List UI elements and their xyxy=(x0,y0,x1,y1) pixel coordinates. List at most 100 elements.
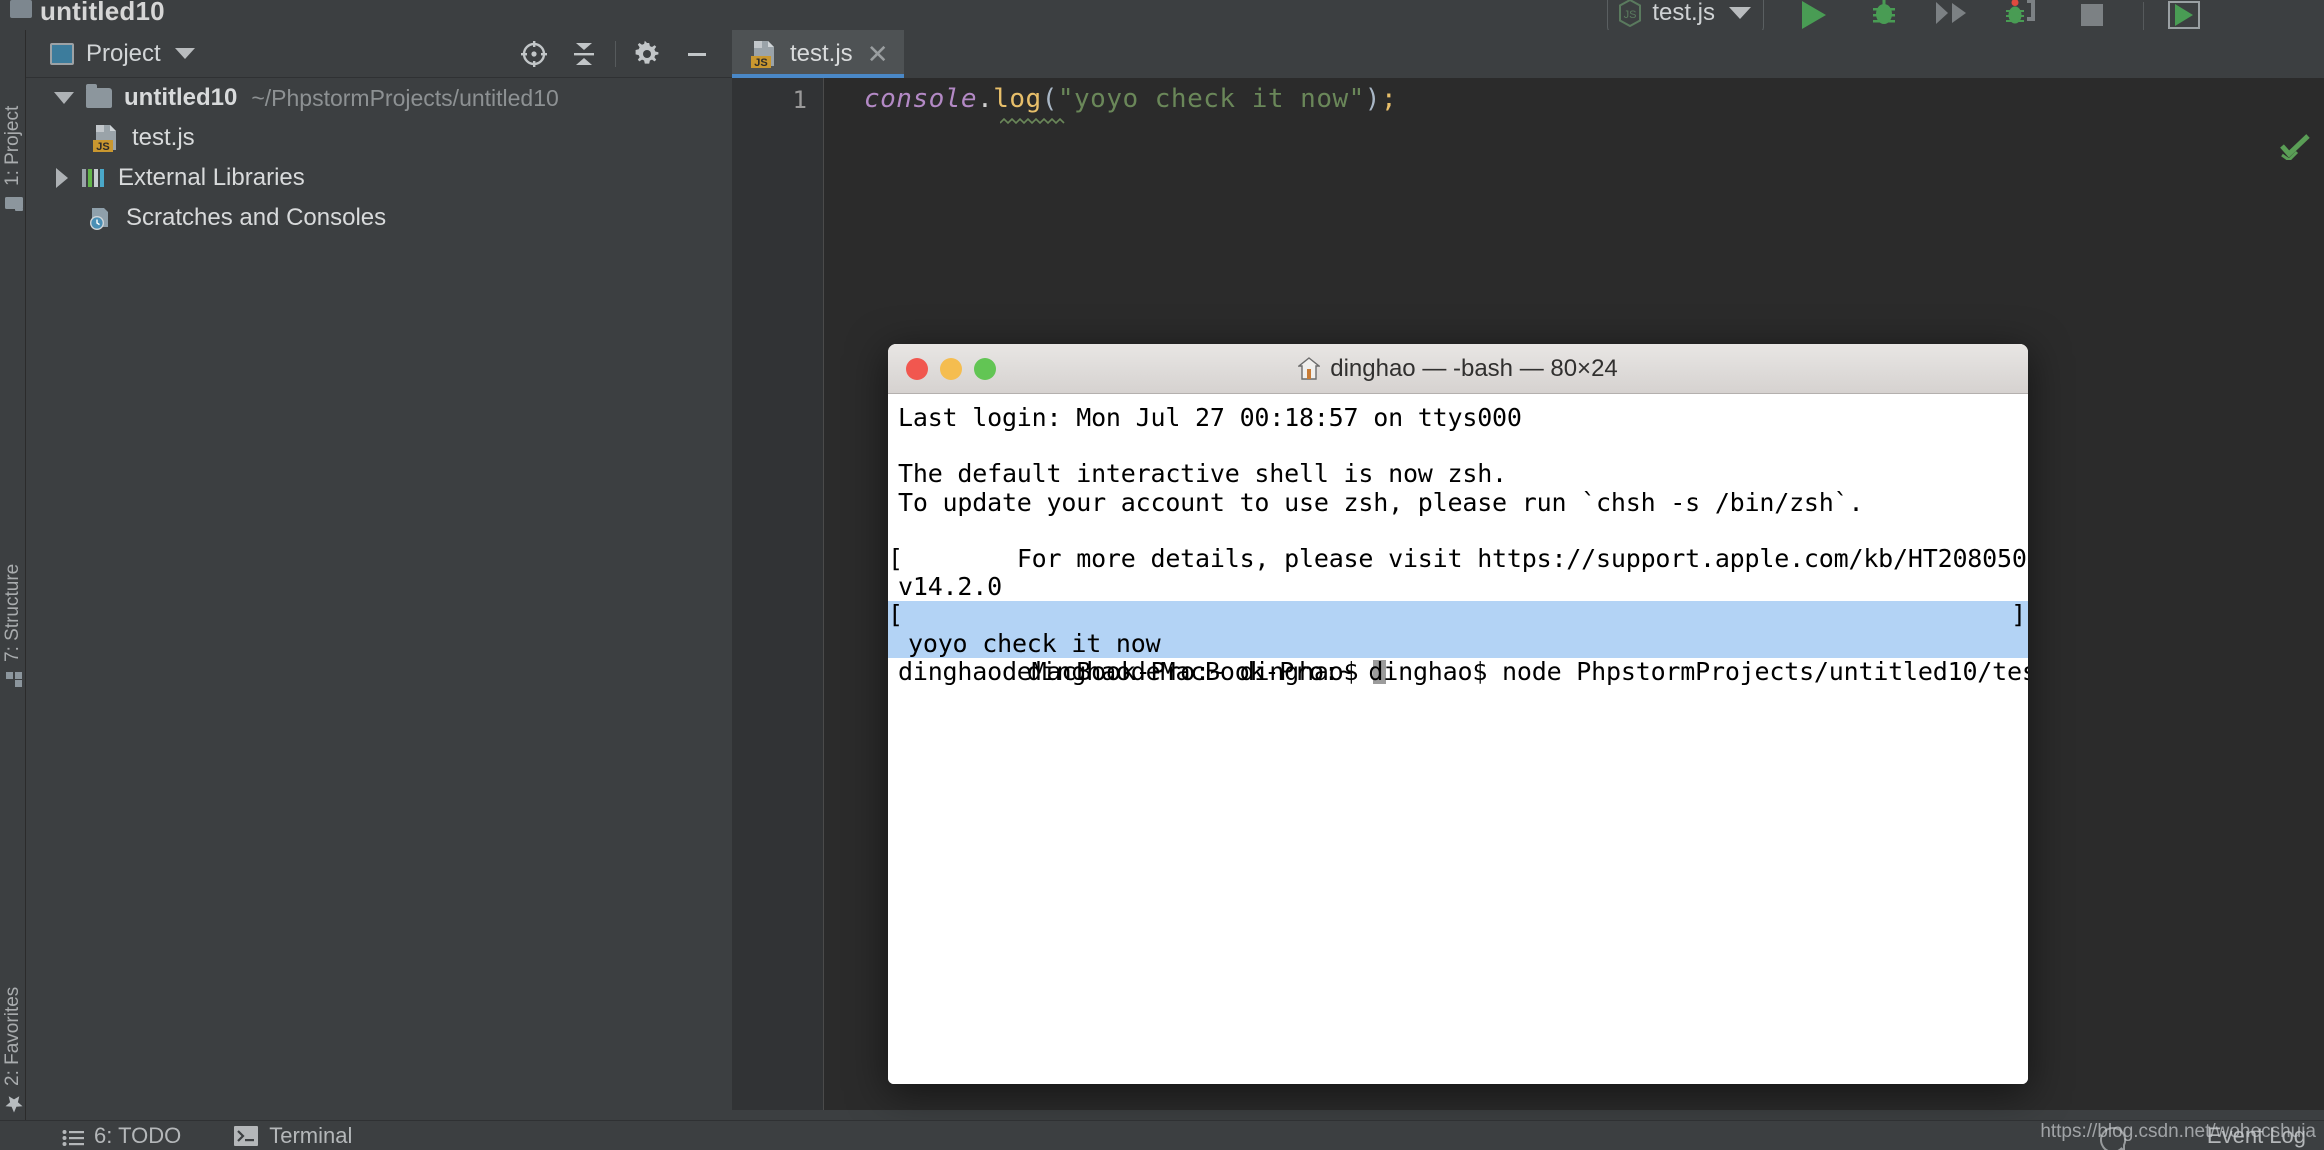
terminal-line-text: dinghaodeMacBook-Pro:~ dinghao$ node Php… xyxy=(1026,656,2028,686)
close-icon[interactable]: ✕ xyxy=(867,41,889,67)
inspections-ok-checkmark-icon[interactable] xyxy=(2280,134,2310,160)
sidebar-item-favorites-label: 2: Favorites xyxy=(2,986,23,1086)
svg-text:JS: JS xyxy=(1624,9,1637,21)
js-hexagon-icon: JS xyxy=(1618,0,1642,27)
panel-separator xyxy=(615,40,616,67)
project-panel-toolbar xyxy=(509,32,732,76)
tree-node-scratches-and-consoles[interactable]: Scratches and Consoles xyxy=(26,198,732,238)
tree-node-label: test.js xyxy=(132,124,195,151)
scratches-icon xyxy=(88,206,114,230)
chevron-right-icon[interactable] xyxy=(56,168,68,188)
toolbar-separator xyxy=(2143,2,2144,30)
run-configuration-label: test.js xyxy=(1652,0,1715,26)
sidebar-item-structure[interactable]: 7: Structure xyxy=(0,490,26,690)
project-view-icon xyxy=(50,42,74,65)
tree-node-path: ~/PhpstormProjects/untitled10 xyxy=(251,84,559,111)
coverage-icon xyxy=(1932,0,1972,32)
terminal-line: [ dinghaodeMacBook-Pro:~ dinghao$ node -… xyxy=(888,544,2028,629)
todo-list-icon xyxy=(62,1127,84,1146)
chevron-down-icon[interactable] xyxy=(1729,7,1751,19)
project-tree: untitled10 ~/PhpstormProjects/untitled10… xyxy=(26,78,732,238)
code-token-semicolon: ; xyxy=(1380,84,1398,114)
stop-button[interactable] xyxy=(2072,0,2112,32)
status-item-terminal-label: Terminal xyxy=(269,1122,353,1148)
line-number: 1 xyxy=(792,86,807,114)
project-panel-title: Project xyxy=(86,39,161,67)
run-with-coverage-button[interactable] xyxy=(1932,0,1972,32)
terminal-line: v14.2.0 xyxy=(898,572,1002,602)
status-item-todo-label: 6: TODO xyxy=(94,1122,182,1148)
status-item-terminal[interactable]: Terminal xyxy=(233,1123,352,1149)
attach-debugger-button[interactable] xyxy=(2000,0,2040,32)
editor-tab-strip: JS test.js ✕ xyxy=(732,30,2324,78)
gear-icon[interactable] xyxy=(622,32,672,76)
window-app-icon xyxy=(10,0,32,18)
terminal-window[interactable]: dinghao — -bash — 80×24 Last login: Mon … xyxy=(888,344,2028,1084)
code-token-console: console xyxy=(864,84,978,114)
project-folder-icon xyxy=(3,194,23,214)
terminal-line: Last login: Mon Jul 27 00:18:57 on ttys0… xyxy=(898,403,1522,432)
js-file-icon: JS xyxy=(92,123,120,153)
js-file-icon: JS xyxy=(750,39,778,69)
terminal-line: For more details, please visit https://s… xyxy=(898,517,2028,572)
terminal-wrap-marker-right: ] xyxy=(2011,600,2026,630)
terminal-icon xyxy=(233,1125,259,1147)
play-icon xyxy=(1802,1,1826,29)
tree-node-label: Scratches and Consoles xyxy=(126,204,387,231)
tree-node-external-libraries[interactable]: External Libraries xyxy=(26,158,732,198)
terminal-wrap-marker-left: [ xyxy=(888,543,903,573)
project-panel: Project untitled10 ~/PhpstormProjects/un… xyxy=(26,30,732,1120)
top-toolbar: untitled10 JS test.js xyxy=(0,0,2324,33)
sidebar-item-project[interactable]: 1: Project xyxy=(0,34,26,214)
sidebar-item-project-label: 1: Project xyxy=(2,105,23,186)
status-item-todo[interactable]: 6: TODO xyxy=(62,1123,181,1149)
terminal-title: dinghao — -bash — 80×24 xyxy=(1330,354,1618,382)
tree-node-test-js[interactable]: JS test.js xyxy=(26,118,732,158)
ide-window: untitled10 JS test.js 1: Project 7: Stru… xyxy=(0,0,2324,1150)
svg-text:JS: JS xyxy=(96,141,109,153)
collapse-all-icon[interactable] xyxy=(559,32,609,76)
status-bar: 6: TODO Terminal Event Log https://blog.… xyxy=(0,1120,2324,1150)
project-panel-header: Project xyxy=(26,30,732,78)
terminal-wrap-marker-left: [ xyxy=(888,600,903,630)
tree-node-untitled10[interactable]: untitled10 ~/PhpstormProjects/untitled10 xyxy=(26,78,732,118)
watermark-url: https://blog.csdn.net/wohecshuia xyxy=(2040,1121,2316,1142)
run-frame-icon xyxy=(2168,1,2200,29)
tab-test-js[interactable]: JS test.js ✕ xyxy=(732,30,905,78)
spellcheck-squiggle-icon xyxy=(1000,118,1065,125)
terminal-body[interactable]: Last login: Mon Jul 27 00:18:57 on ttys0… xyxy=(888,394,2028,1084)
code-token-string: "yoyo check it now" xyxy=(1057,84,1365,114)
folder-icon xyxy=(86,84,112,108)
terminal-line-selected: yoyo check it now xyxy=(888,629,2028,658)
code-token-close-paren: ) xyxy=(1364,84,1381,114)
editor-gutter[interactable]: 1 xyxy=(732,78,824,1120)
editor-bottom-strip xyxy=(732,1110,2324,1120)
terminal-line-selected: [ dinghaodeMacBook-Pro:~ dinghao$ node P… xyxy=(888,600,2028,685)
code-token-dot: . xyxy=(977,84,994,114)
terminal-title-row: dinghao — -bash — 80×24 xyxy=(888,355,2028,383)
run-toolwindow-button[interactable] xyxy=(2164,0,2204,32)
chevron-down-icon[interactable] xyxy=(174,48,195,59)
sidebar-item-structure-label: 7: Structure xyxy=(2,563,23,662)
code-token-log: log xyxy=(993,84,1042,114)
window-title: untitled10 xyxy=(40,0,165,26)
tab-label: test.js xyxy=(790,40,853,67)
hide-icon[interactable] xyxy=(672,32,722,76)
terminal-line: To update your account to use zsh, pleas… xyxy=(898,487,1864,517)
structure-icon xyxy=(3,670,23,690)
stop-square-icon xyxy=(2081,4,2103,26)
chevron-down-icon[interactable] xyxy=(54,92,74,104)
sidebar-item-favorites[interactable]: 2: Favorites xyxy=(0,914,26,1114)
scroll-from-source-icon[interactable] xyxy=(509,32,559,76)
house-icon xyxy=(1298,356,1321,380)
debug-button[interactable] xyxy=(1864,0,1904,32)
run-button[interactable] xyxy=(1794,0,1834,32)
left-tool-rail: 1: Project 7: Structure 2: Favorites xyxy=(0,30,26,1120)
code-line-1: console.log("yoyo check it now"); xyxy=(864,84,1397,114)
terminal-line: The default interactive shell is now zsh… xyxy=(898,459,1507,489)
run-configuration-selector[interactable]: JS test.js xyxy=(1607,0,1764,33)
star-icon xyxy=(3,1094,23,1114)
tree-node-label: External Libraries xyxy=(118,164,305,191)
terminal-titlebar[interactable]: dinghao — -bash — 80×24 xyxy=(888,344,2028,394)
